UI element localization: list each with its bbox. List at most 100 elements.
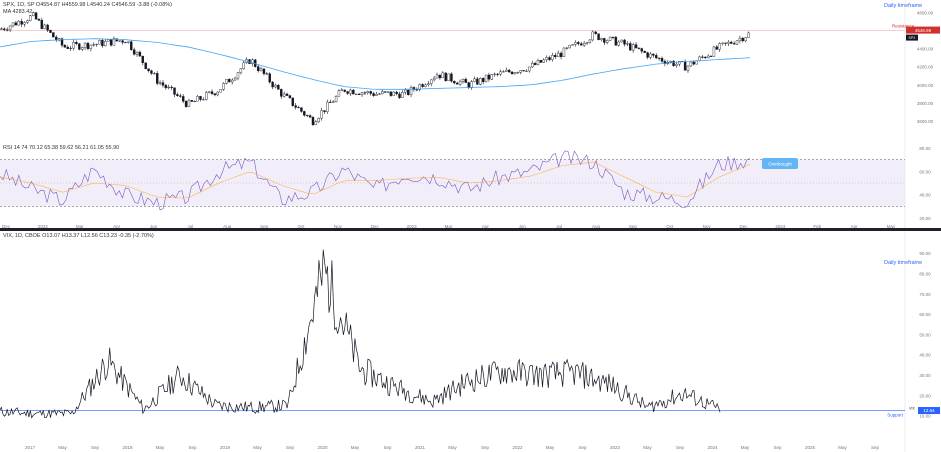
spx-candle	[525, 70, 528, 72]
spx-candle	[337, 90, 341, 97]
spx-candle	[141, 55, 144, 63]
spx-y-tick-label: 3800.00	[917, 101, 934, 106]
rsi-y-tick-label: 60.00	[919, 169, 931, 174]
spx-candle	[323, 110, 326, 112]
spx-candle	[231, 79, 234, 83]
rsi-y-tick-label: 20.00	[919, 216, 931, 221]
spx-candle	[138, 51, 142, 57]
spx-candle	[132, 49, 136, 55]
vix-x-tick-label: May	[253, 445, 262, 450]
spx-candle	[502, 71, 505, 73]
spx-candle	[147, 68, 150, 71]
spx-candle	[626, 43, 629, 45]
spx-price-badge: 4546.59	[915, 28, 932, 33]
spx-candle	[447, 73, 450, 82]
spx-candle	[683, 61, 687, 71]
spx-candle	[92, 44, 95, 46]
spx-candle	[441, 72, 444, 79]
spx-candle	[695, 60, 698, 65]
spx-candle	[542, 59, 545, 63]
vix-y-tick-label: 60.00	[919, 312, 931, 317]
spx-candle	[372, 93, 375, 96]
spx-candle	[288, 95, 292, 99]
vix-y-tick-label: 40.00	[919, 353, 931, 358]
spx-candle	[735, 40, 739, 45]
vix-x-tick-label: Sep	[871, 445, 880, 450]
vix-x-tick-label: May	[351, 445, 360, 450]
spx-candle	[392, 91, 395, 96]
vix-series-tag: VIX	[909, 407, 915, 411]
spx-candle	[718, 43, 721, 50]
vix-x-tick-label: May	[448, 445, 457, 450]
spx-candle	[340, 89, 344, 91]
spx-candle	[476, 78, 479, 85]
spx-candle	[378, 93, 381, 95]
spx-candle	[381, 91, 384, 95]
spx-candle	[265, 73, 269, 75]
spx-candle	[104, 41, 107, 47]
spx-candle	[608, 36, 612, 41]
spx-candle	[510, 71, 514, 75]
spx-candle	[565, 47, 569, 49]
spx-candle	[193, 101, 196, 103]
spx-candle	[187, 100, 191, 107]
spx-candle	[375, 93, 378, 96]
spx-candle	[150, 70, 153, 74]
vix-x-tick-label: Sep	[286, 445, 295, 450]
spx-candle	[268, 73, 271, 83]
spx-candle	[637, 47, 641, 49]
spx-candle	[161, 82, 165, 86]
spx-candle	[580, 43, 583, 46]
spx-candle	[0, 28, 3, 30]
spx-candle	[606, 40, 609, 43]
vix-x-tick-label: May	[156, 445, 165, 450]
spx-y-tick-label: 4400.00	[917, 47, 934, 52]
vix-x-tick-label: Sep	[773, 445, 782, 450]
vix-x-tick-label: May	[58, 445, 67, 450]
vix-x-tick-label: 2018	[122, 445, 133, 450]
vix-x-tick-label: Sep	[383, 445, 392, 450]
spx-candle	[331, 101, 335, 103]
spx-candle	[135, 51, 139, 55]
spx-candle	[479, 78, 482, 85]
spx-candle	[199, 96, 202, 100]
rsi-y-tick-label: 40.00	[919, 193, 931, 198]
vix-x-tick-label: 2021	[415, 445, 426, 450]
vix-y-tick-label: 10.00	[919, 414, 931, 419]
spx-candle	[531, 63, 534, 68]
spx-candle	[398, 93, 401, 98]
spx-candle	[101, 40, 104, 47]
vix-y-tick-label: 70.00	[919, 292, 931, 297]
spx-candle	[277, 84, 280, 90]
spx-candle	[173, 87, 176, 95]
spx-candle	[34, 12, 38, 20]
spx-candle	[568, 44, 571, 49]
spx-candle	[239, 68, 243, 73]
spx-candle	[657, 57, 661, 59]
spx-candle	[562, 47, 566, 57]
spx-candle	[424, 84, 427, 87]
spx-candle	[127, 41, 130, 43]
spx-candle	[652, 53, 655, 56]
vix-x-tick-label: Sep	[578, 445, 587, 450]
vix-line	[0, 249, 721, 419]
spx-candle	[118, 40, 121, 42]
vix-y-tick-label: 30.00	[919, 373, 931, 378]
rsi-chart: 80.0060.0040.0020.00OverboughtDec 2022 Mar…	[0, 140, 931, 230]
spx-candle	[655, 55, 658, 59]
support-label: Support	[887, 413, 904, 418]
spx-candle	[513, 72, 517, 75]
spx-candle	[600, 38, 603, 41]
spx-candle	[603, 38, 606, 43]
spx-candle	[11, 22, 15, 27]
spx-candle	[66, 46, 69, 49]
spx-candle	[271, 81, 274, 88]
vix-y-tick-label: 20.00	[919, 393, 931, 398]
spx-candle	[467, 82, 470, 88]
spx-candle	[291, 97, 294, 106]
spx-candle	[559, 52, 563, 57]
spx-candle	[343, 89, 346, 92]
spx-candle	[730, 41, 733, 44]
spx-candle	[124, 42, 127, 44]
spx-candle	[444, 72, 447, 82]
